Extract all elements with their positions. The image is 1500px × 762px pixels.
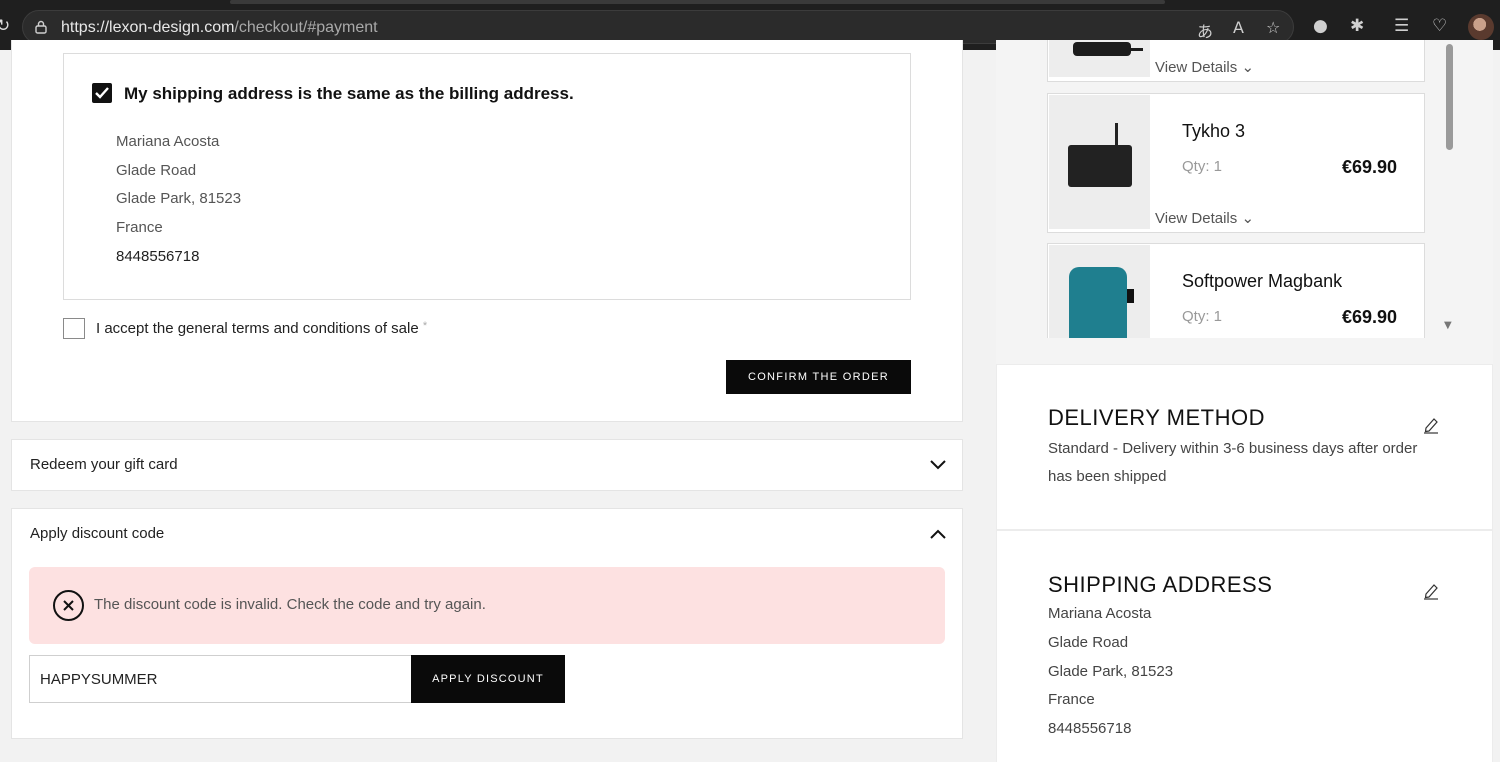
profile-avatar[interactable] xyxy=(1468,14,1494,40)
required-mark: * xyxy=(422,320,428,332)
checkmark-icon xyxy=(95,87,109,99)
billing-city: Glade Park, 81523 xyxy=(116,190,242,207)
view-details-label: View Details xyxy=(1155,210,1238,227)
discount-title[interactable]: Apply discount code xyxy=(30,525,164,542)
delivery-method-card: DELIVERY METHOD Standard - Delivery with… xyxy=(996,364,1493,530)
shipping-address-title: SHIPPING ADDRESS xyxy=(1048,572,1273,597)
product-image xyxy=(1049,95,1150,229)
cart-scrollbar-thumb[interactable] xyxy=(1446,44,1453,150)
url-text: https://lexon-design.com/checkout/#payme… xyxy=(61,19,378,37)
shipping-city: Glade Park, 81523 xyxy=(1048,663,1174,680)
extension-circle-icon[interactable]: ● xyxy=(1313,16,1328,36)
chevron-down-icon: ⌄ xyxy=(1241,210,1255,227)
view-details-label: View Details xyxy=(1155,59,1238,76)
url-path: /checkout/#payment xyxy=(234,19,378,36)
cart-item: View Details ⌄ xyxy=(1047,40,1425,82)
edit-pencil-icon[interactable] xyxy=(1423,582,1439,600)
shipping-country: France xyxy=(1048,691,1095,708)
billing-name: Mariana Acosta xyxy=(116,133,220,150)
chevron-down-icon: ⌄ xyxy=(1241,59,1255,76)
same-address-label[interactable]: My shipping address is the same as the b… xyxy=(124,84,574,104)
product-price: €69.90 xyxy=(1341,307,1397,327)
favorites-icon[interactable]: ☰ xyxy=(1394,16,1409,36)
address-bar[interactable]: https://lexon-design.com/checkout/#payme… xyxy=(22,10,1294,44)
cart-item: Softpower Magbank Qty: 1 €69.90 xyxy=(1047,243,1425,338)
tab-strip-indicator xyxy=(230,0,1165,4)
delivery-method-title: DELIVERY METHOD xyxy=(1048,405,1265,430)
url-host: https://lexon-design.com xyxy=(61,19,235,36)
shipping-street: Glade Road xyxy=(1048,634,1129,651)
product-name: Tykho 3 xyxy=(1182,121,1246,141)
apply-discount-button[interactable]: APPLY DISCOUNT xyxy=(411,655,565,703)
edit-pencil-icon[interactable] xyxy=(1423,416,1439,434)
discount-error-message: The discount code is invalid. Check the … xyxy=(94,596,486,613)
lock-icon xyxy=(35,20,47,34)
product-price: €69.90 xyxy=(1341,157,1397,177)
scroll-down-arrow-icon[interactable]: ▼ xyxy=(1444,320,1452,331)
health-heart-icon[interactable]: ♡ xyxy=(1432,16,1447,36)
translate-icon[interactable]: あ xyxy=(1197,18,1213,42)
billing-street: Glade Road xyxy=(116,162,197,179)
view-details-link[interactable]: View Details ⌄ xyxy=(1155,209,1254,227)
extensions-puzzle-icon[interactable]: ✱ xyxy=(1350,16,1364,36)
chevron-up-icon[interactable] xyxy=(930,529,946,539)
shipping-name: Mariana Acosta xyxy=(1048,605,1152,622)
discount-code-input[interactable] xyxy=(29,655,412,703)
chevron-down-icon[interactable] xyxy=(930,460,946,470)
delivery-method-text: Standard - Delivery within 3-6 business … xyxy=(1048,440,1418,485)
reload-icon[interactable]: ↻ xyxy=(0,16,10,36)
product-name: Softpower Magbank xyxy=(1182,271,1343,291)
favorite-star-icon[interactable]: ☆ xyxy=(1266,18,1280,37)
shipping-address-card: SHIPPING ADDRESS Mariana Acosta Glade Ro… xyxy=(996,530,1493,762)
product-image xyxy=(1049,40,1150,77)
billing-phone: 8448556718 xyxy=(116,248,200,265)
cart-items-list[interactable]: View Details ⌄ Tykho 3 Qty: 1 €69.90 Vie… xyxy=(1047,40,1427,338)
product-qty: Qty: 1 xyxy=(1182,308,1223,325)
billing-country: France xyxy=(116,219,163,236)
terms-label[interactable]: I accept the general terms and condition… xyxy=(96,320,427,337)
terms-text: I accept the general terms and condition… xyxy=(96,320,419,337)
cart-item: Tykho 3 Qty: 1 €69.90 View Details ⌄ xyxy=(1047,93,1425,233)
product-qty: Qty: 1 xyxy=(1182,158,1223,175)
read-aloud-icon[interactable]: A xyxy=(1233,18,1244,37)
product-image xyxy=(1049,245,1150,338)
view-details-link[interactable]: View Details ⌄ xyxy=(1155,58,1254,76)
terms-checkbox[interactable] xyxy=(63,318,85,339)
confirm-order-button[interactable]: CONFIRM THE ORDER xyxy=(726,360,911,394)
error-x-icon xyxy=(53,590,84,621)
gift-card-section[interactable]: Redeem your gift card xyxy=(11,439,963,491)
same-address-checkbox[interactable] xyxy=(92,83,112,103)
gift-card-title: Redeem your gift card xyxy=(30,456,178,473)
shipping-phone: 8448556718 xyxy=(1048,720,1132,737)
